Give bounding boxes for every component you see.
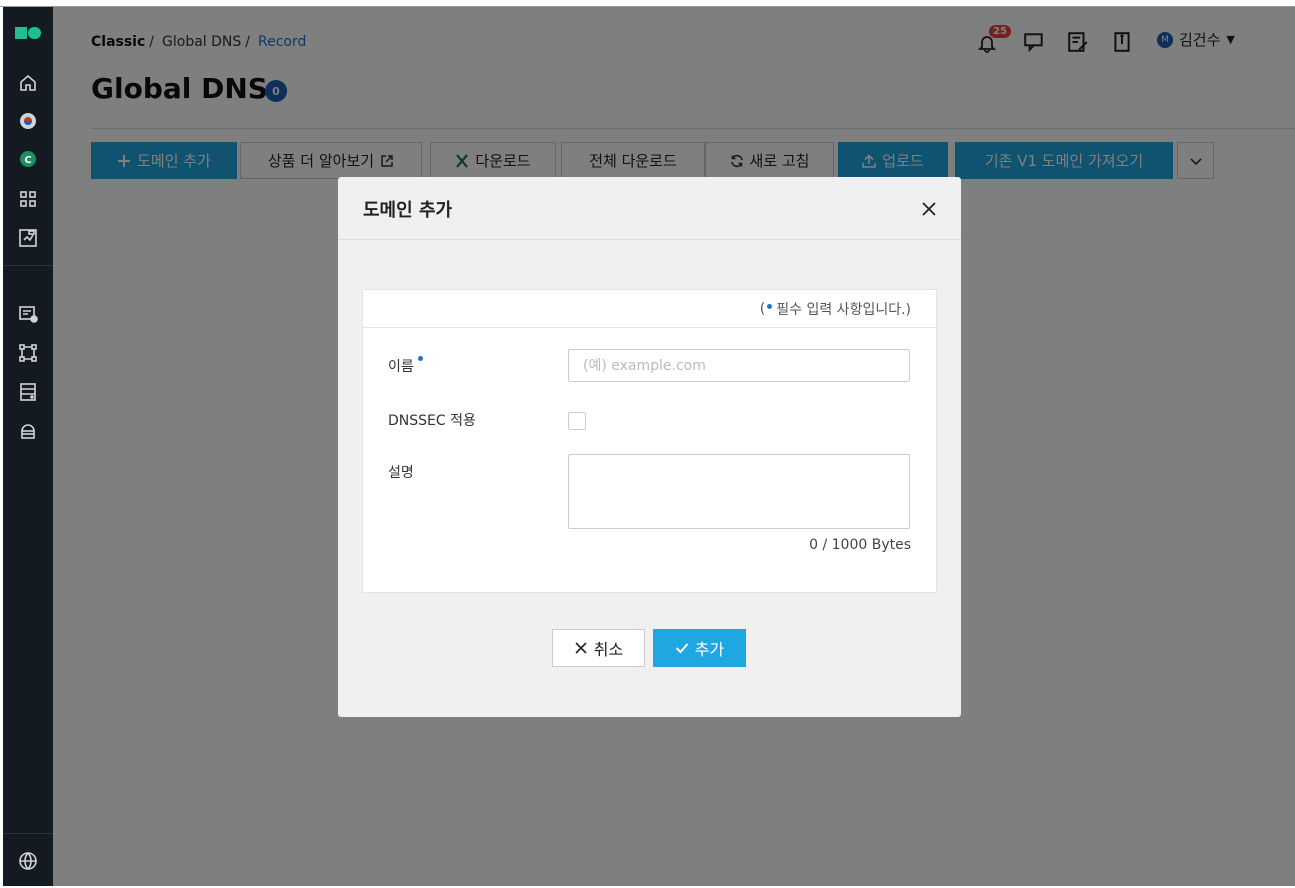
dnssec-checkbox[interactable] [568, 412, 586, 430]
check-icon [675, 643, 689, 654]
app-window: C Classic / Global DNS / [0, 0, 1295, 888]
name-field-label: 이름 [388, 356, 423, 376]
name-input[interactable] [568, 349, 910, 382]
dnssec-field-label: DNSSEC 적용 [388, 413, 476, 429]
required-dot-icon [417, 356, 423, 361]
korea-flag-icon[interactable] [16, 109, 40, 133]
storage-icon[interactable] [16, 380, 40, 404]
add-button[interactable]: 추가 [653, 629, 746, 667]
network-nodes-icon[interactable] [16, 341, 40, 365]
add-domain-dialog: 도메인 추가 ( 필수 입력 사항입니다.) 이름 DNSSEC 적용 설명 0… [338, 177, 961, 717]
logo-circle [28, 27, 41, 39]
close-icon [575, 642, 587, 654]
dialog-header: 도메인 추가 [338, 177, 961, 240]
cloud-db-icon[interactable] [16, 419, 40, 443]
add-label: 추가 [694, 640, 725, 659]
svg-text:C: C [24, 155, 31, 166]
bytes-counter: 0 / 1000 Bytes [809, 537, 911, 553]
apps-grid-icon[interactable] [16, 187, 40, 211]
description-textarea[interactable] [568, 454, 910, 529]
dashboard-icon[interactable] [16, 226, 40, 250]
sidebar: C [3, 7, 53, 886]
name-label-text: 이름 [388, 359, 414, 375]
window-top-edge [0, 0, 1295, 7]
domain-form: ( 필수 입력 사항입니다.) 이름 DNSSEC 적용 설명 0 / 1000… [362, 289, 937, 593]
cancel-label: 취소 [593, 640, 624, 659]
brand-logo[interactable] [15, 27, 43, 39]
sidebar-divider [3, 265, 53, 266]
server-monitor-icon[interactable] [16, 302, 40, 326]
dialog-title: 도메인 추가 [363, 200, 453, 221]
required-note: ( 필수 입력 사항입니다.) [760, 299, 911, 319]
form-divider [363, 327, 936, 328]
required-note-text: 필수 입력 사항입니다.) [776, 302, 911, 318]
classic-c-icon[interactable]: C [16, 147, 40, 171]
cancel-button[interactable]: 취소 [552, 629, 645, 667]
home-icon[interactable] [16, 71, 40, 95]
required-dot-icon [767, 303, 773, 309]
close-icon [922, 202, 936, 216]
logo-square [15, 27, 27, 39]
description-field-label: 설명 [388, 465, 414, 481]
globe-icon[interactable] [16, 849, 40, 873]
sidebar-divider-bottom [3, 833, 53, 834]
close-button[interactable] [919, 199, 939, 219]
required-note-open: ( [759, 301, 766, 317]
